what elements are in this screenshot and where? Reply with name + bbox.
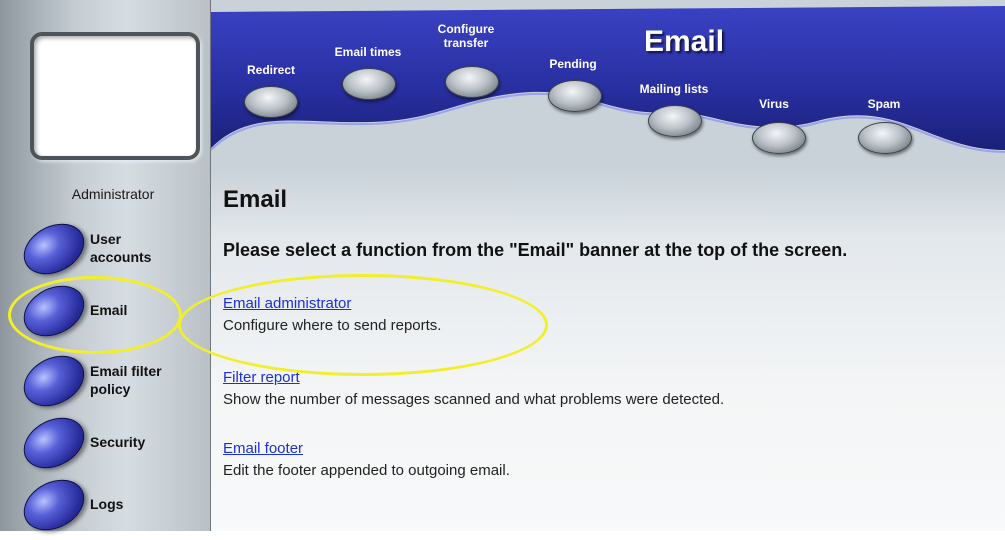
email-administrator-link[interactable]: Email administrator	[223, 295, 351, 312]
redirect-button[interactable]	[244, 86, 298, 118]
instruction-text: Please select a function from the "Email…	[223, 240, 848, 260]
filter-report-link[interactable]: Filter report	[223, 369, 300, 386]
email-times-label: Email times	[334, 45, 402, 59]
logo-frame	[30, 32, 200, 160]
sidebar-item-logs[interactable]: Logs	[14, 469, 202, 540]
page-title: Email	[223, 186, 288, 213]
sidebar-item-label: Logs	[90, 496, 124, 512]
main-content: Email Please select a function from the …	[211, 168, 1005, 531]
configure-transfer-label: Configure transfer	[437, 22, 495, 50]
virus-label: Virus	[759, 97, 789, 111]
nav-oval-icon	[14, 407, 94, 479]
nav-oval-icon	[14, 469, 94, 540]
sidebar-item-email-filter-policy[interactable]: Email filter policy	[14, 345, 202, 417]
sidebar-item-label: Email filter policy	[90, 363, 162, 397]
sidebar-item-user-accounts[interactable]: User accounts	[14, 213, 202, 285]
sidebar-item-label: Email	[90, 302, 128, 318]
sidebar-item-label: Security	[90, 434, 146, 450]
email-times-button[interactable]	[342, 68, 396, 100]
user-role-label: Administrator	[71, 186, 155, 202]
pending-button[interactable]	[548, 80, 602, 112]
sidebar-item-security[interactable]: Security	[14, 407, 202, 479]
sidebar-item-label: User accounts	[90, 231, 152, 265]
mailing-lists-label: Mailing lists	[639, 82, 709, 96]
spam-button[interactable]	[858, 122, 912, 154]
mailing-lists-button[interactable]	[648, 105, 702, 137]
nav-oval-icon	[14, 213, 94, 285]
email-footer-description: Edit the footer appended to outgoing ema…	[223, 462, 510, 479]
sidebar: Administrator User accounts Email Email …	[0, 0, 211, 540]
redirect-label: Redirect	[246, 63, 296, 77]
nav-oval-icon	[14, 345, 94, 417]
pending-label: Pending	[549, 57, 597, 71]
sidebar-item-email[interactable]: Email	[14, 275, 202, 347]
function-banner: Redirect Email times Configure transfer …	[211, 0, 1005, 168]
filter-report-description: Show the number of messages scanned and …	[223, 391, 725, 408]
spam-label: Spam	[867, 97, 901, 111]
nav-oval-icon	[14, 275, 94, 347]
virus-button[interactable]	[752, 122, 806, 154]
banner-title: Email	[644, 25, 725, 58]
configure-transfer-button[interactable]	[445, 66, 499, 98]
email-footer-link[interactable]: Email footer	[223, 440, 303, 457]
email-administrator-description: Configure where to send reports.	[223, 317, 442, 334]
